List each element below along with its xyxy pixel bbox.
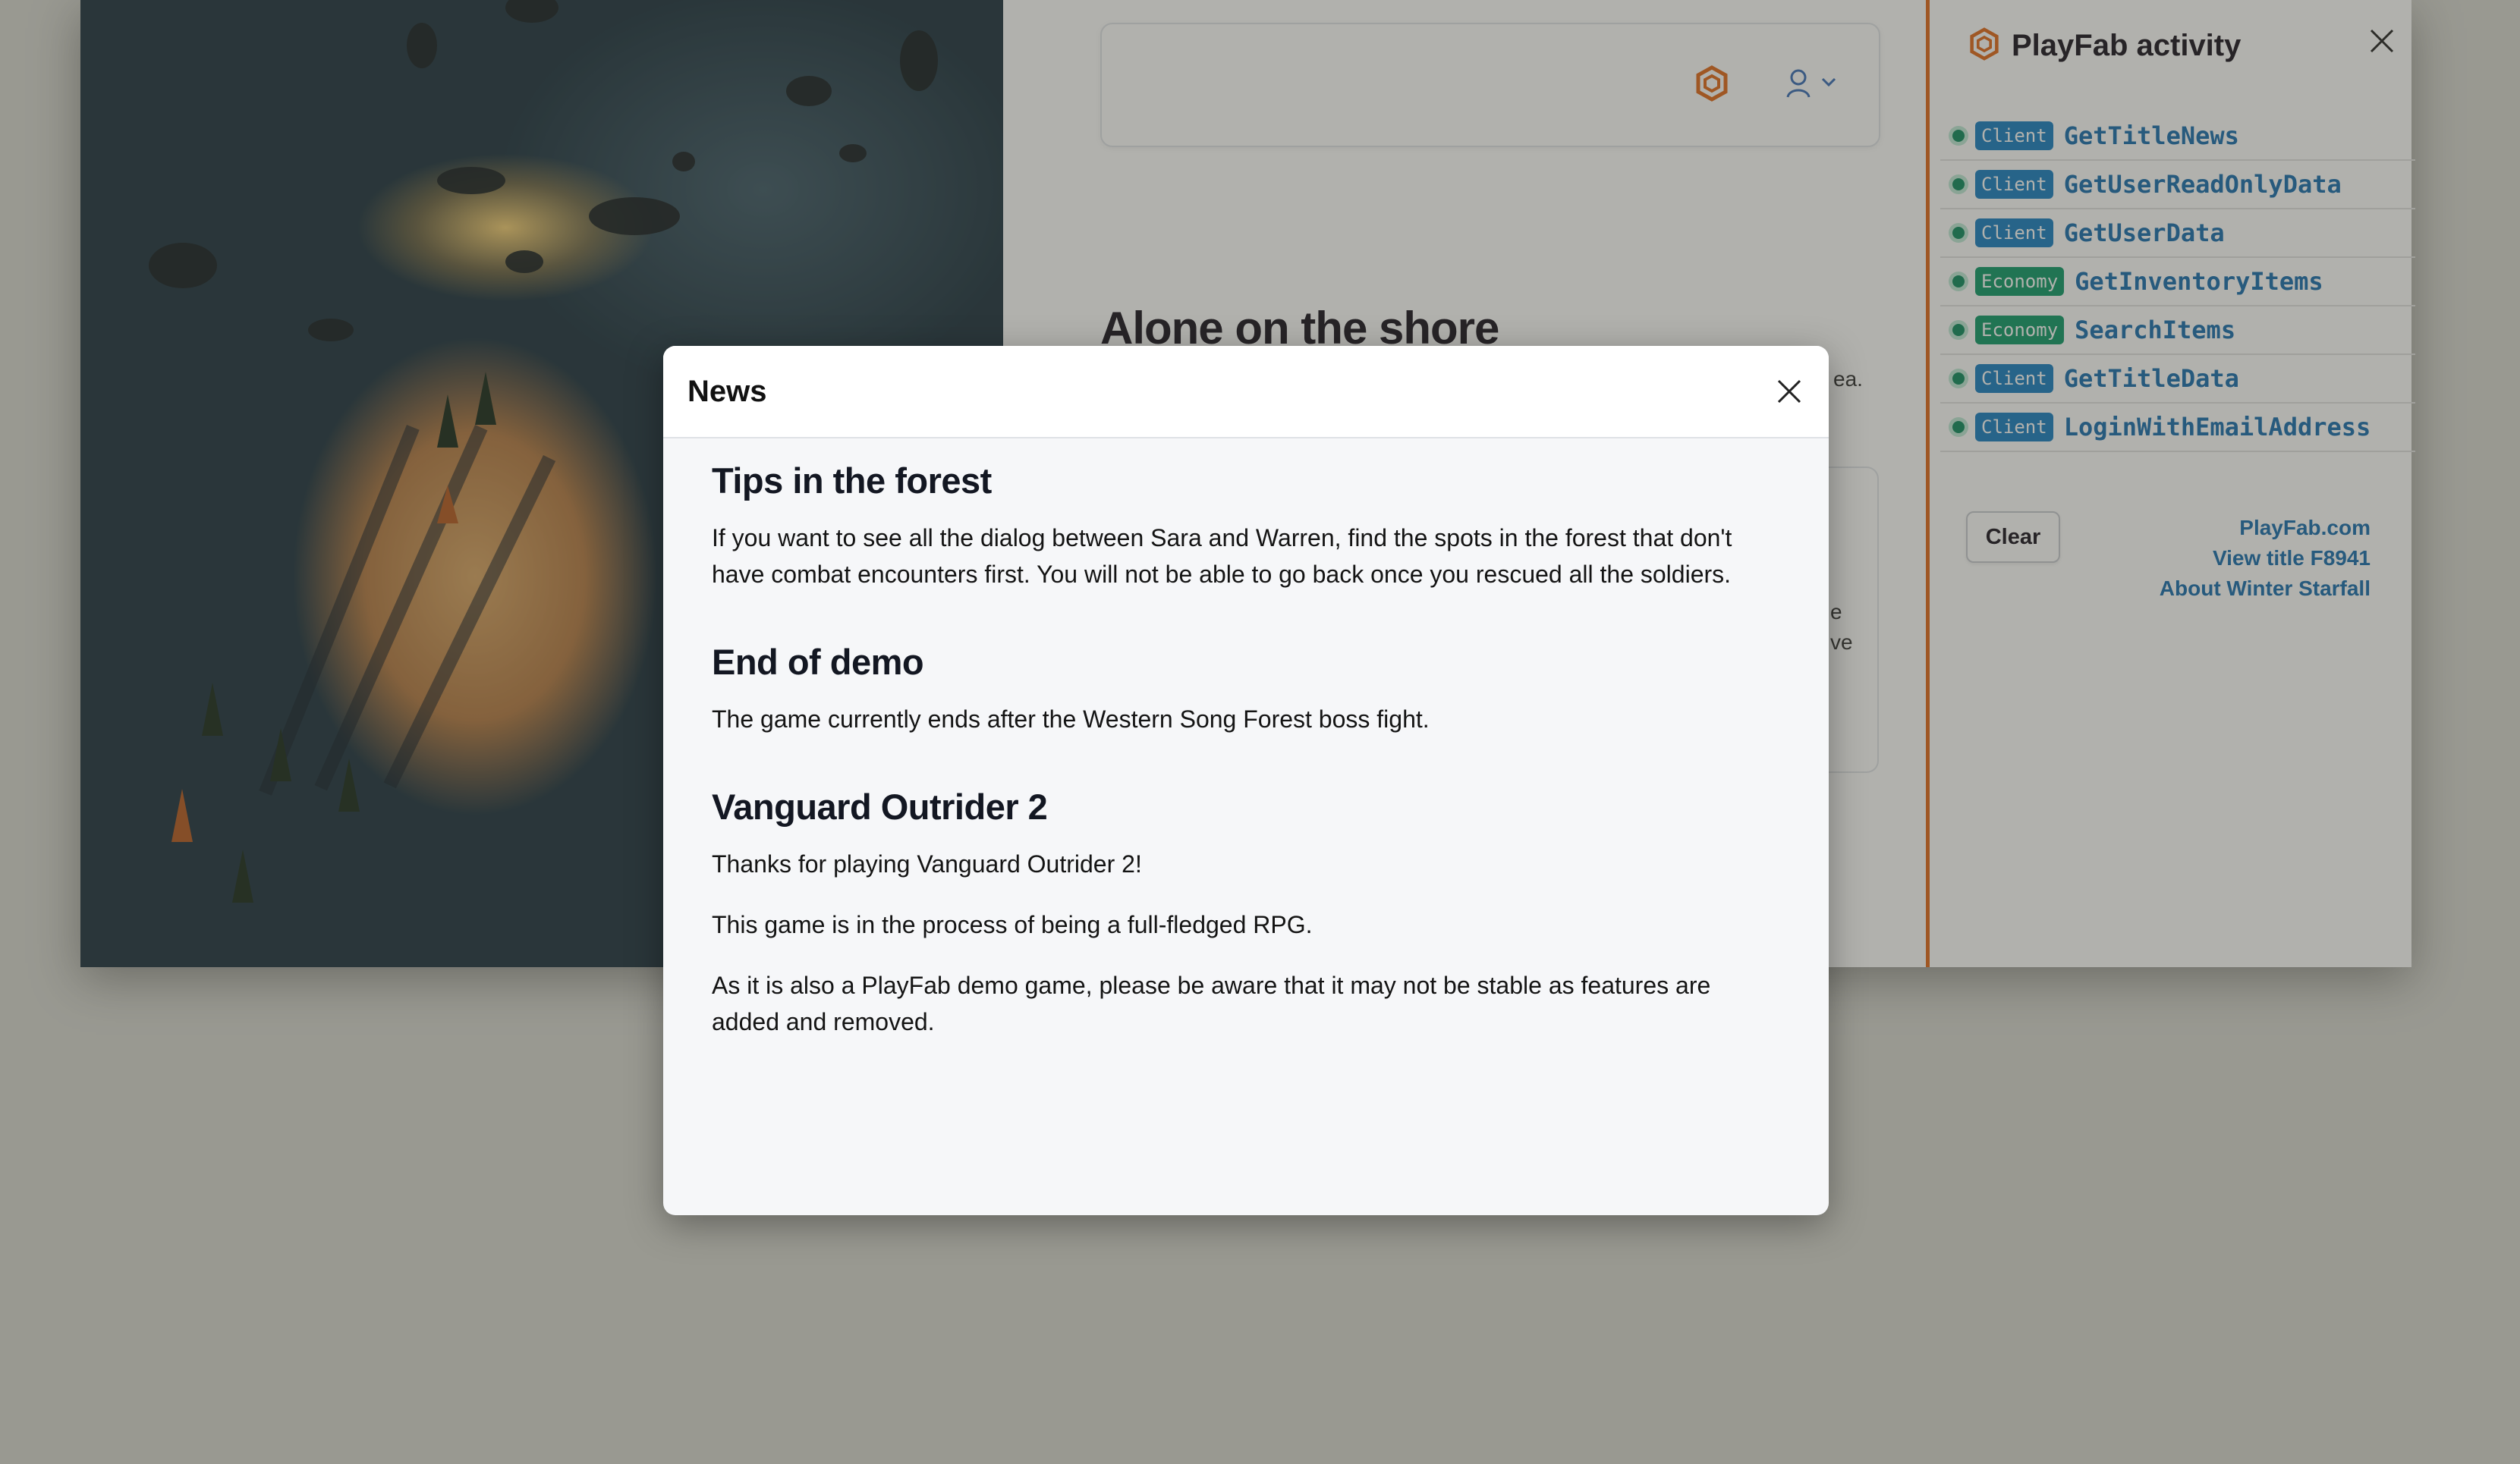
news-paragraph: As it is also a PlayFab demo game, pleas… — [712, 972, 1711, 1035]
modal-title: News — [687, 375, 767, 408]
news-modal: News Tips in the forest If you want to s… — [663, 346, 1829, 1215]
news-paragraph: This game is in the process of being a f… — [712, 911, 1313, 938]
news-paragraph: The game currently ends after the Wester… — [712, 705, 1430, 733]
modal-body: Tips in the forest If you want to see al… — [663, 438, 1829, 1040]
news-item: End of demo The game currently ends afte… — [712, 641, 1780, 737]
news-heading: Tips in the forest — [712, 460, 992, 501]
news-item: Vanguard Outrider 2 Thanks for playing V… — [712, 786, 1780, 1040]
close-icon[interactable] — [1776, 378, 1803, 409]
news-heading: Vanguard Outrider 2 — [712, 787, 1048, 827]
news-paragraph: If you want to see all the dialog betwee… — [712, 524, 1732, 588]
news-item: Tips in the forest If you want to see al… — [712, 460, 1780, 592]
news-paragraph: Thanks for playing Vanguard Outrider 2! — [712, 850, 1142, 878]
news-heading: End of demo — [712, 642, 924, 682]
modal-header: News — [663, 346, 1829, 438]
